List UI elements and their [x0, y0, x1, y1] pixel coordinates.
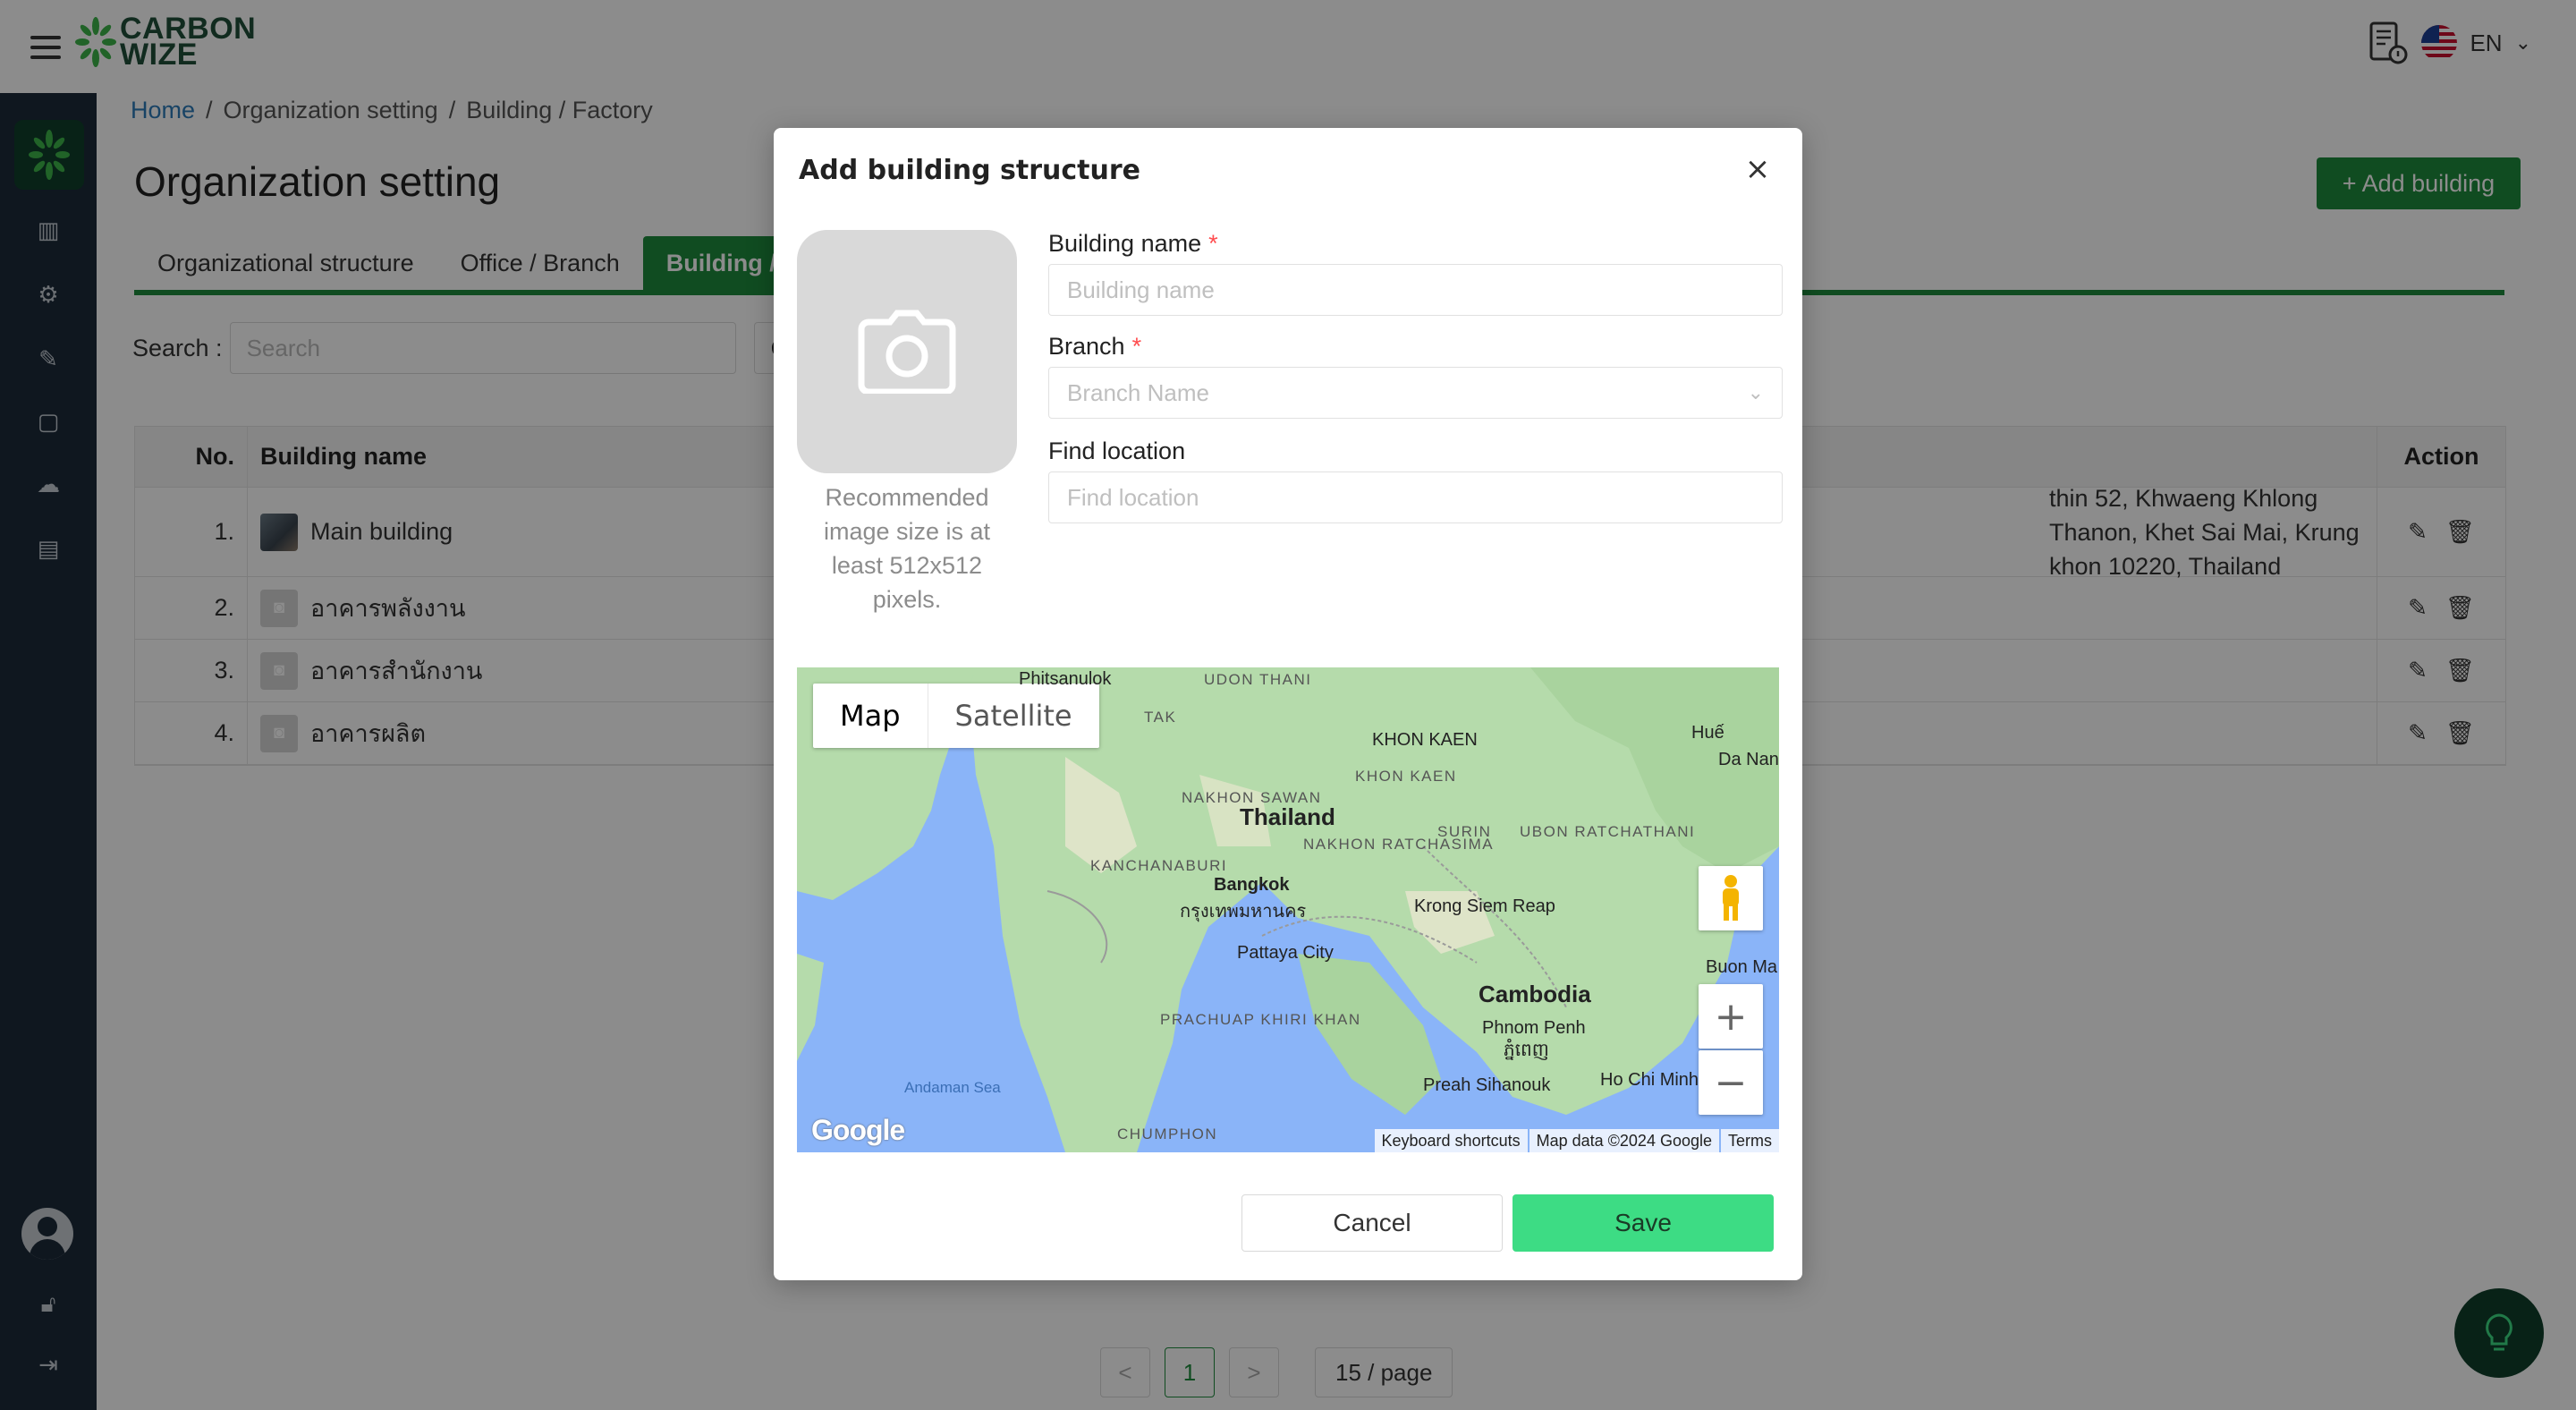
- map-label: TAK: [1144, 709, 1177, 726]
- branch-select[interactable]: Branch Name ⌄: [1048, 367, 1783, 419]
- street-view-pegman-icon[interactable]: [1699, 866, 1763, 930]
- chevron-down-icon: ⌄: [1747, 381, 1764, 403]
- modal-title: Add building structure: [799, 155, 1141, 186]
- map-label: ភ្នំពេញ: [1504, 1041, 1549, 1060]
- map-label: Thailand: [1240, 803, 1335, 830]
- map-label: CHUMPHON: [1117, 1125, 1218, 1142]
- map-type-satellite-button[interactable]: Satellite: [928, 684, 1099, 748]
- branch-label: Branch *: [1048, 333, 1141, 361]
- map-label: Pattaya City: [1237, 943, 1334, 963]
- map-label: Phnom Penh: [1482, 1018, 1586, 1038]
- cancel-button[interactable]: Cancel: [1241, 1194, 1503, 1252]
- camera-icon: [858, 310, 956, 394]
- map-label: KHON KAEN: [1355, 768, 1457, 785]
- map-label: SURIN: [1437, 823, 1492, 840]
- building-name-input[interactable]: Building name: [1048, 264, 1783, 316]
- map-label: Da Nang: [1718, 750, 1779, 769]
- map-footer: Keyboard shortcuts Map data ©2024 Google…: [1373, 1129, 1779, 1152]
- save-button[interactable]: Save: [1513, 1194, 1774, 1252]
- zoom-out-button[interactable]: −: [1699, 1050, 1763, 1115]
- google-logo-text: Google: [811, 1114, 905, 1146]
- map-data-attribution: Map data ©2024 Google: [1529, 1129, 1719, 1152]
- location-map[interactable]: Map Satellite UDON THANI Phitsanulok TAK…: [797, 667, 1779, 1152]
- map-type-control: Map Satellite: [813, 684, 1099, 748]
- map-label: KHON KAEN: [1372, 730, 1478, 750]
- terms-link[interactable]: Terms: [1721, 1129, 1779, 1152]
- add-building-modal: Add building structure × Recommended ima…: [774, 128, 1802, 1280]
- map-label: Huế: [1691, 723, 1724, 743]
- find-location-label: Find location: [1048, 437, 1186, 464]
- map-label: Andaman Sea: [904, 1079, 1001, 1096]
- required-mark: *: [1131, 333, 1142, 360]
- map-label: PRACHUAP KHIRI KHAN: [1160, 1011, 1361, 1028]
- upload-hint: Recommended image size is at least 512x5…: [823, 484, 991, 613]
- map-label: UDON THANI: [1204, 671, 1312, 688]
- close-icon[interactable]: ×: [1740, 151, 1775, 187]
- map-label: กรุงเทพมหานคร: [1180, 902, 1307, 922]
- required-mark: *: [1208, 230, 1218, 257]
- map-label: Buon Ma: [1706, 957, 1778, 977]
- map-type-map-button[interactable]: Map: [813, 684, 928, 748]
- image-upload[interactable]: [797, 230, 1017, 473]
- map-label: UBON RATCHATHANI: [1520, 823, 1696, 840]
- map-label: Cambodia: [1479, 981, 1591, 1007]
- map-label: Phitsanulok: [1019, 669, 1112, 689]
- building-name-label: Building name *: [1048, 230, 1218, 258]
- branch-label-text: Branch: [1048, 333, 1125, 360]
- branch-select-placeholder: Branch Name: [1067, 379, 1209, 406]
- keyboard-shortcuts-link[interactable]: Keyboard shortcuts: [1374, 1129, 1528, 1152]
- find-location-input[interactable]: Find location: [1048, 471, 1783, 523]
- map-label: Krong Siem Reap: [1414, 896, 1555, 916]
- google-logo: Google: [811, 1114, 905, 1147]
- map-label: KANCHANABURI: [1090, 857, 1228, 874]
- map-label: Preah Sihanouk: [1423, 1075, 1551, 1095]
- building-name-label-text: Building name: [1048, 230, 1202, 257]
- map-label: Bangkok: [1214, 875, 1290, 895]
- zoom-in-button[interactable]: +: [1699, 984, 1763, 1049]
